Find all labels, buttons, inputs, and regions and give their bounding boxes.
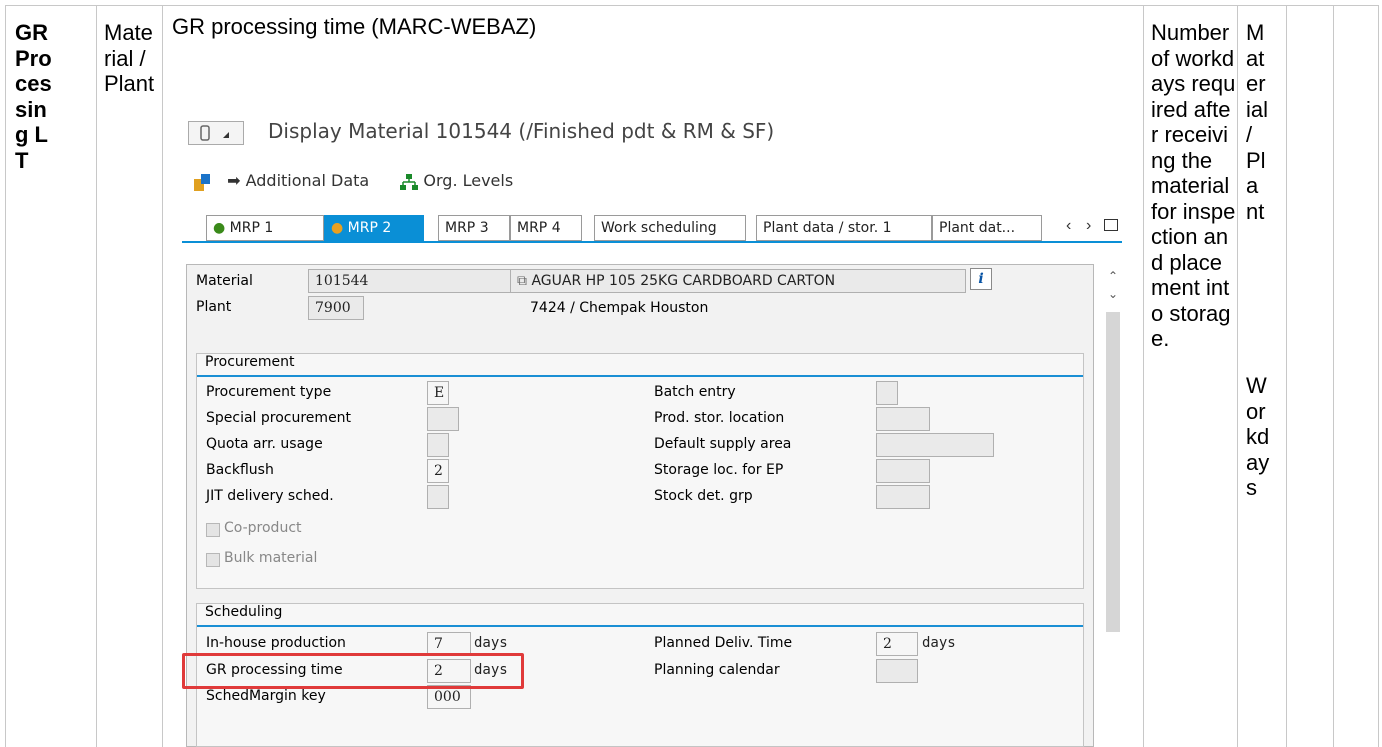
- copy-icon: ⧉: [517, 273, 527, 289]
- menu-button[interactable]: [188, 121, 244, 145]
- default-supply-field[interactable]: [876, 433, 994, 457]
- material-description-text: AGUAR HP 105 25KG CARDBOARD CARTON: [531, 273, 836, 289]
- sap-screenshot: Display Material 101544 (/Finished pdt &…: [176, 97, 1134, 747]
- tab-next-icon[interactable]: ›: [1086, 217, 1091, 235]
- col-border-6: [1286, 5, 1287, 747]
- sap-window-title: Display Material 101544 (/Finished pdt &…: [268, 119, 775, 143]
- sap-toolbar: ➡ Additional Data Org. Levels: [192, 171, 513, 192]
- storage-ep-field[interactable]: [876, 459, 930, 483]
- inhouse-label: In-house production: [206, 635, 346, 651]
- scrollbar-thumb[interactable]: [1106, 312, 1120, 632]
- special-procurement-field[interactable]: [427, 407, 459, 431]
- schedmargin-label: SchedMargin key: [206, 688, 326, 704]
- tab-list-icon[interactable]: [1104, 219, 1118, 231]
- gr-processing-highlight: [182, 653, 524, 689]
- tab-label: Work scheduling: [601, 220, 717, 236]
- material-field[interactable]: 101544: [308, 269, 512, 293]
- jit-label: JIT delivery sched.: [206, 488, 334, 504]
- menu-icon: [200, 125, 229, 141]
- type-cell-level: Material / Plant: [1246, 20, 1269, 224]
- jit-field[interactable]: [427, 485, 449, 509]
- backflush-field[interactable]: 2: [427, 459, 449, 483]
- tab-label: Plant data / stor. 1: [763, 220, 892, 236]
- plant-label: Plant: [196, 299, 232, 315]
- col-border-7: [1333, 5, 1334, 747]
- scheduling-title-line: [197, 625, 1083, 627]
- special-procurement-label: Special procurement: [206, 410, 352, 426]
- type-cell-unit: Workdays: [1246, 373, 1270, 500]
- additional-data-label: Additional Data: [245, 171, 370, 190]
- tab-prev-icon[interactable]: ‹: [1066, 217, 1071, 235]
- material-description-field: ⧉ AGUAR HP 105 25KG CARDBOARD CARTON: [510, 269, 966, 293]
- planning-cal-field[interactable]: [876, 659, 918, 683]
- tab-mrp1[interactable]: ● MRP 1: [206, 215, 324, 241]
- default-supply-label: Default supply area: [654, 436, 792, 452]
- quota-field[interactable]: [427, 433, 449, 457]
- org-levels-label: Org. Levels: [423, 171, 514, 190]
- table-cell-level: Material / Plant: [104, 20, 155, 96]
- procurement-type-field[interactable]: E: [427, 381, 449, 405]
- scroll-up-icon[interactable]: ⌃: [1108, 269, 1118, 283]
- info-icon[interactable]: i: [970, 268, 992, 290]
- plant-field[interactable]: 7900: [308, 296, 364, 320]
- switch-icon[interactable]: [192, 172, 212, 192]
- tab-label: MRP 1: [229, 220, 274, 236]
- planning-cal-label: Planning calendar: [654, 662, 780, 678]
- tab-label: MRP 2: [347, 220, 392, 236]
- planned-deliv-unit: days: [922, 635, 956, 651]
- tab-plant-data-stor1[interactable]: Plant data / stor. 1: [756, 215, 932, 241]
- tab-work-scheduling[interactable]: Work scheduling: [594, 215, 746, 241]
- prod-stor-field[interactable]: [876, 407, 930, 431]
- col-border-3: [162, 5, 163, 747]
- field-name-cell: GR Processing LT: [15, 20, 52, 173]
- backflush-label: Backflush: [206, 462, 274, 478]
- tab-mrp3[interactable]: MRP 3: [438, 215, 510, 241]
- quota-label: Quota arr. usage: [206, 436, 323, 452]
- col-border-4: [1143, 5, 1144, 747]
- stock-det-field[interactable]: [876, 485, 930, 509]
- col-border-2: [96, 5, 97, 747]
- plant-description: 7424 / Chempak Houston: [530, 300, 709, 316]
- tab-mrp4[interactable]: MRP 4: [510, 215, 582, 241]
- org-levels-button[interactable]: Org. Levels: [400, 171, 513, 190]
- bulk-label: Bulk material: [224, 550, 318, 566]
- col-border-8: [1378, 5, 1379, 747]
- inhouse-unit: days: [474, 635, 508, 651]
- planned-deliv-label: Planned Deliv. Time: [654, 635, 793, 651]
- cell-heading: GR processing time (MARC-WEBAZ): [172, 14, 537, 39]
- bulk-checkbox[interactable]: [206, 553, 220, 567]
- table-top-border: [5, 5, 1379, 6]
- batch-entry-label: Batch entry: [654, 384, 736, 400]
- planned-deliv-field[interactable]: 2: [876, 632, 918, 656]
- additional-data-button[interactable]: ➡ Additional Data: [227, 171, 374, 190]
- tab-status-icon: ●: [331, 220, 344, 236]
- procurement-title-line: [197, 375, 1083, 377]
- prod-stor-label: Prod. stor. location: [654, 410, 785, 426]
- procurement-title: Procurement: [205, 354, 295, 370]
- stock-det-label: Stock det. grp: [654, 488, 753, 504]
- tab-mrp2[interactable]: ● MRP 2: [324, 215, 424, 241]
- col-border-1: [5, 5, 6, 747]
- material-label: Material: [196, 273, 253, 289]
- procurement-type-label: Procurement type: [206, 384, 332, 400]
- arrow-right-icon: ➡: [227, 171, 241, 190]
- storage-ep-label: Storage loc. for EP: [654, 462, 784, 478]
- tab-label: MRP 3: [445, 220, 489, 236]
- tab-label: Plant dat...: [939, 220, 1016, 236]
- batch-entry-field[interactable]: [876, 381, 898, 405]
- coproduct-checkbox[interactable]: [206, 523, 220, 537]
- scheduling-title: Scheduling: [205, 604, 283, 620]
- tab-label: MRP 4: [517, 220, 561, 236]
- tab-strip: ● MRP 1 ● MRP 2 MRP 3 MRP 4 Work schedul…: [182, 215, 1132, 241]
- org-hierarchy-icon: [400, 173, 419, 191]
- tab-status-icon: ●: [213, 220, 226, 236]
- description-cell: Number of workdays required after receiv…: [1151, 20, 1236, 351]
- tab-underline: [182, 241, 1122, 243]
- col-border-5: [1237, 5, 1238, 747]
- scroll-down-icon[interactable]: ⌄: [1108, 287, 1118, 301]
- coproduct-label: Co-product: [224, 520, 302, 536]
- tab-plant-data-more[interactable]: Plant dat...: [932, 215, 1042, 241]
